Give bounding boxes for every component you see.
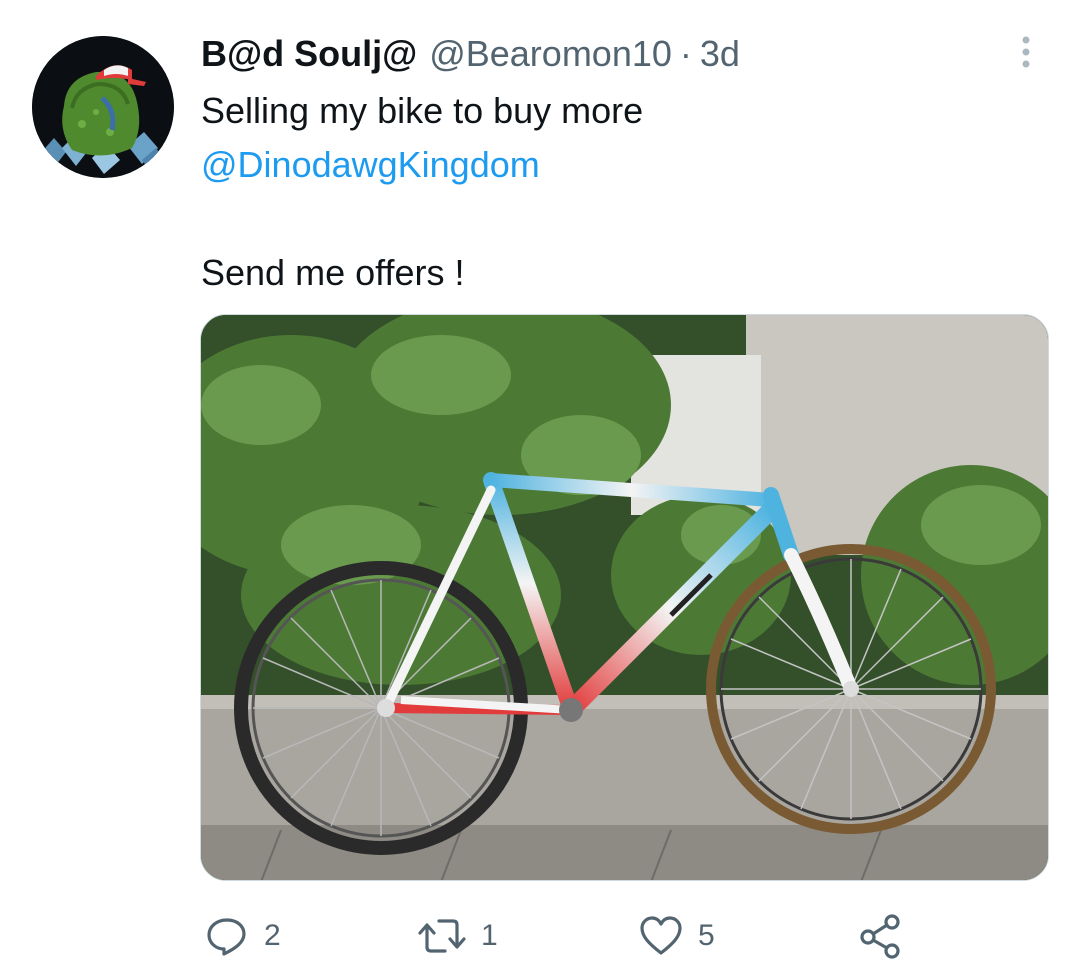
bicycle-photo (201, 315, 1048, 880)
timestamp[interactable]: 3d (700, 33, 740, 75)
tweet[interactable]: B@d Soulj@ @Bearomon10 · 3d Selling my b… (0, 0, 1080, 975)
display-name[interactable]: B@d Soulj@ (201, 33, 417, 75)
like-count: 5 (698, 919, 715, 952)
reply-count: 2 (264, 919, 281, 952)
tweet-header: B@d Soulj@ @Bearomon10 · 3d (201, 28, 740, 80)
retweet-button[interactable]: 1 (417, 906, 498, 966)
avatar[interactable] (32, 36, 174, 178)
user-handle[interactable]: @Bearomon10 (429, 33, 672, 75)
tweet-text: Selling my bike to buy more @DinodawgKin… (201, 84, 1021, 300)
mention-link[interactable]: @DinodawgKingdom (201, 144, 540, 185)
reply-icon (207, 918, 246, 956)
more-vertical-icon (1022, 36, 1030, 68)
action-bar: 2 1 5 (0, 906, 1080, 966)
tweet-photo[interactable] (200, 314, 1049, 881)
retweet-count: 1 (481, 919, 498, 952)
tweet-text-line: Send me offers ! (201, 252, 465, 293)
share-button[interactable] (858, 906, 904, 966)
tweet-text-line: Selling my bike to buy more (201, 90, 644, 131)
heart-icon (640, 916, 682, 955)
more-options-button[interactable] (1004, 30, 1048, 74)
reply-button[interactable]: 2 (204, 906, 281, 966)
like-button[interactable]: 5 (638, 906, 715, 966)
share-icon (860, 914, 900, 959)
retweet-icon (418, 919, 466, 953)
separator-dot: · (679, 33, 692, 74)
